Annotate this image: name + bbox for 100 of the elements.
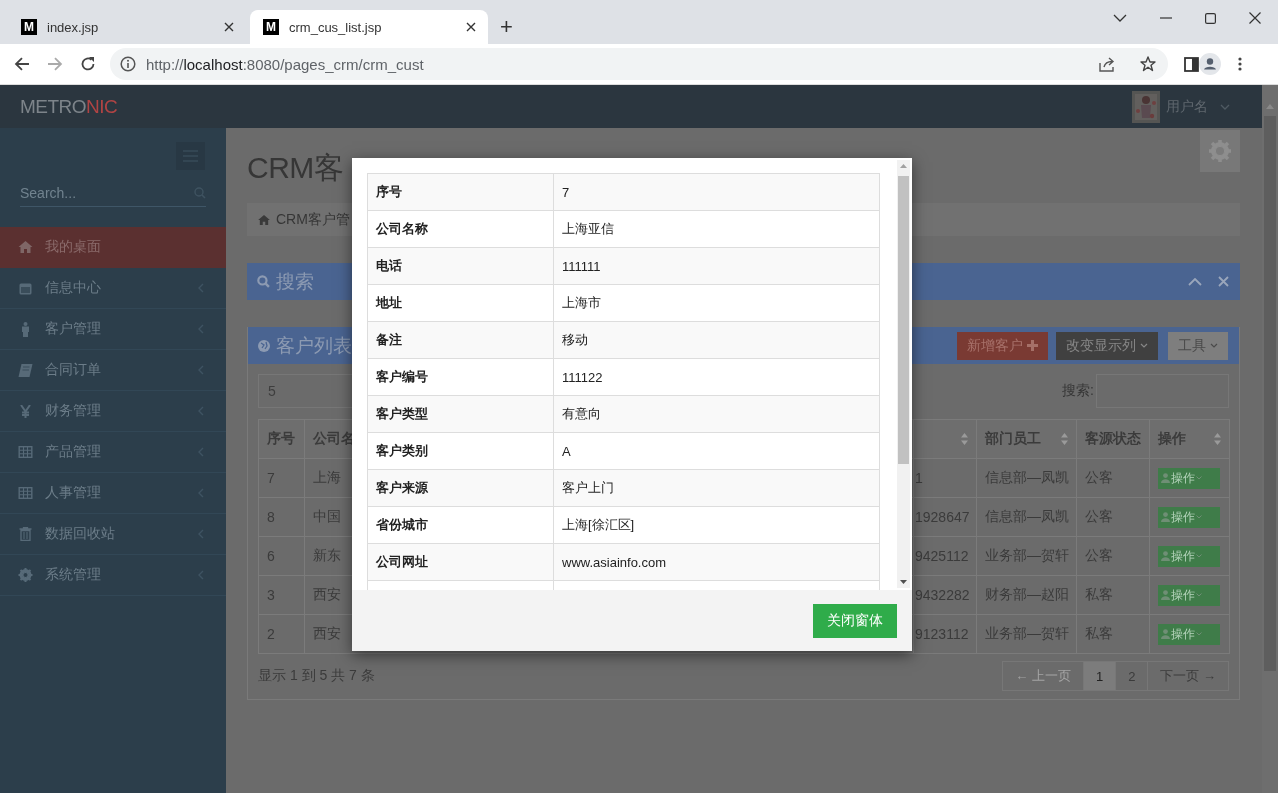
sidebar-item[interactable]: 合同订单 <box>0 350 226 391</box>
yen-icon <box>18 404 33 418</box>
field-value: 有意向 <box>553 395 880 433</box>
forward-icon[interactable] <box>46 56 63 72</box>
action-button[interactable]: 操作 <box>1158 584 1220 606</box>
chevron-down-icon[interactable] <box>1113 14 1127 22</box>
logo[interactable]: METRONIC <box>20 95 118 118</box>
field-label: 备注 <box>367 321 554 359</box>
page-link[interactable]: 1 <box>1082 662 1116 690</box>
new-tab-button[interactable]: + <box>500 16 513 38</box>
address-bar[interactable]: http://localhost:8080/pages_crm/crm_cust <box>109 48 1169 80</box>
gear-icon <box>18 568 33 582</box>
plus-icon <box>1027 340 1038 351</box>
action-button[interactable]: 操作 <box>1158 623 1220 645</box>
caret-icon <box>1196 515 1202 519</box>
field-label: 客户编号 <box>367 358 554 396</box>
sort-icon[interactable] <box>1061 433 1068 445</box>
scroll-down-icon[interactable] <box>900 580 907 584</box>
tab-title: crm_cus_list.jsp <box>289 19 383 35</box>
panel-title: 客户列表 <box>276 333 352 358</box>
browser-tab[interactable]: M index.jsp <box>8 10 246 44</box>
field-value: 上海亚信 <box>553 210 880 248</box>
caret-icon <box>1196 476 1202 480</box>
user-icon <box>1161 629 1170 639</box>
globe-icon <box>258 339 270 352</box>
caret-icon <box>1210 343 1218 348</box>
field-value: 上海[徐汇区] <box>553 506 880 544</box>
sort-icon[interactable] <box>1214 433 1221 445</box>
star-icon[interactable] <box>1140 56 1157 72</box>
field-value: 111122 <box>553 358 880 396</box>
menu-label: 信息中心 <box>45 279 102 297</box>
field-value: 上海市 <box>553 284 880 322</box>
action-button[interactable]: 操作 <box>1158 545 1220 567</box>
table-icon <box>18 446 33 458</box>
field-value: www.asiainfo.com <box>553 543 880 581</box>
field-label: 公司名称 <box>367 210 554 248</box>
scrollbar[interactable] <box>897 160 910 588</box>
field-label: 客户来源 <box>367 469 554 507</box>
field-value: 111111 <box>553 247 880 285</box>
menu-label: 产品管理 <box>45 443 102 461</box>
field-label: 序号 <box>367 173 554 211</box>
scroll-up-icon[interactable] <box>900 164 907 168</box>
settings-button[interactable] <box>1200 130 1240 172</box>
breadcrumb-link[interactable]: CRM客户管 <box>276 210 350 229</box>
field-value: A <box>553 432 880 470</box>
scroll-up-icon[interactable] <box>1266 104 1274 109</box>
close-icon[interactable] <box>466 22 476 32</box>
field-value: 7 <box>553 173 880 211</box>
user-icon <box>1161 551 1170 561</box>
book-icon <box>18 363 33 377</box>
field-label: 客户类别 <box>367 432 554 470</box>
side-panel-icon[interactable] <box>1184 56 1200 72</box>
profile-icon[interactable] <box>1199 53 1221 75</box>
panel-title: 搜索 <box>276 269 314 294</box>
sort-icon[interactable] <box>961 433 968 445</box>
menu-label: 财务管理 <box>45 402 102 420</box>
home-icon <box>18 241 33 253</box>
user-icon <box>1161 512 1170 522</box>
url-text: http://localhost:8080/pages_crm/crm_cust <box>145 55 424 73</box>
menu-label: 人事管理 <box>45 484 102 502</box>
user-icon <box>1161 473 1170 483</box>
menu-label: 合同订单 <box>45 361 102 379</box>
user-icon <box>1161 590 1170 600</box>
field-label: 客户类型 <box>367 395 554 433</box>
search-icon <box>257 275 270 288</box>
close-icon[interactable] <box>224 22 234 32</box>
menu-icon[interactable] <box>1238 57 1242 71</box>
share-icon[interactable] <box>1099 56 1117 72</box>
close-icon[interactable] <box>1249 12 1261 24</box>
home-icon[interactable] <box>258 214 270 225</box>
tab-title: index.jsp <box>47 19 100 35</box>
toolbar-button[interactable]: 改变显示列 <box>1056 331 1158 360</box>
menu-label: 系统管理 <box>45 566 102 584</box>
caret-icon <box>1196 632 1202 636</box>
back-icon[interactable] <box>14 56 30 72</box>
search-field[interactable]: Search... <box>20 179 194 206</box>
action-button[interactable]: 操作 <box>1158 467 1220 489</box>
field-value: 移动 <box>553 321 880 359</box>
caret-icon <box>1140 343 1148 348</box>
maximize-icon[interactable] <box>1205 12 1216 24</box>
table-icon <box>18 487 33 499</box>
chevron-up-icon[interactable] <box>1188 277 1202 286</box>
field-value: 客户上门 <box>553 469 880 507</box>
caret-icon <box>1196 554 1202 558</box>
caret-icon <box>1196 593 1202 597</box>
field-label: 电话 <box>367 247 554 285</box>
close-dialog-button[interactable]: 关闭窗体 <box>813 603 897 638</box>
field-label: 公司网址 <box>367 543 554 581</box>
scrollbar[interactable] <box>1262 85 1278 793</box>
calendar-icon <box>18 281 33 295</box>
info-icon <box>119 56 136 72</box>
favicon: M <box>21 19 37 35</box>
trash-icon <box>18 527 33 541</box>
favicon: M <box>263 19 279 35</box>
reload-icon[interactable] <box>79 56 96 72</box>
field-label: 地址 <box>367 284 554 322</box>
browser-tab[interactable]: M crm_cus_list.jsp <box>250 10 488 44</box>
field-label: 省份城市 <box>367 506 554 544</box>
action-button[interactable]: 操作 <box>1158 506 1220 528</box>
menu-label: 客户管理 <box>45 320 102 338</box>
